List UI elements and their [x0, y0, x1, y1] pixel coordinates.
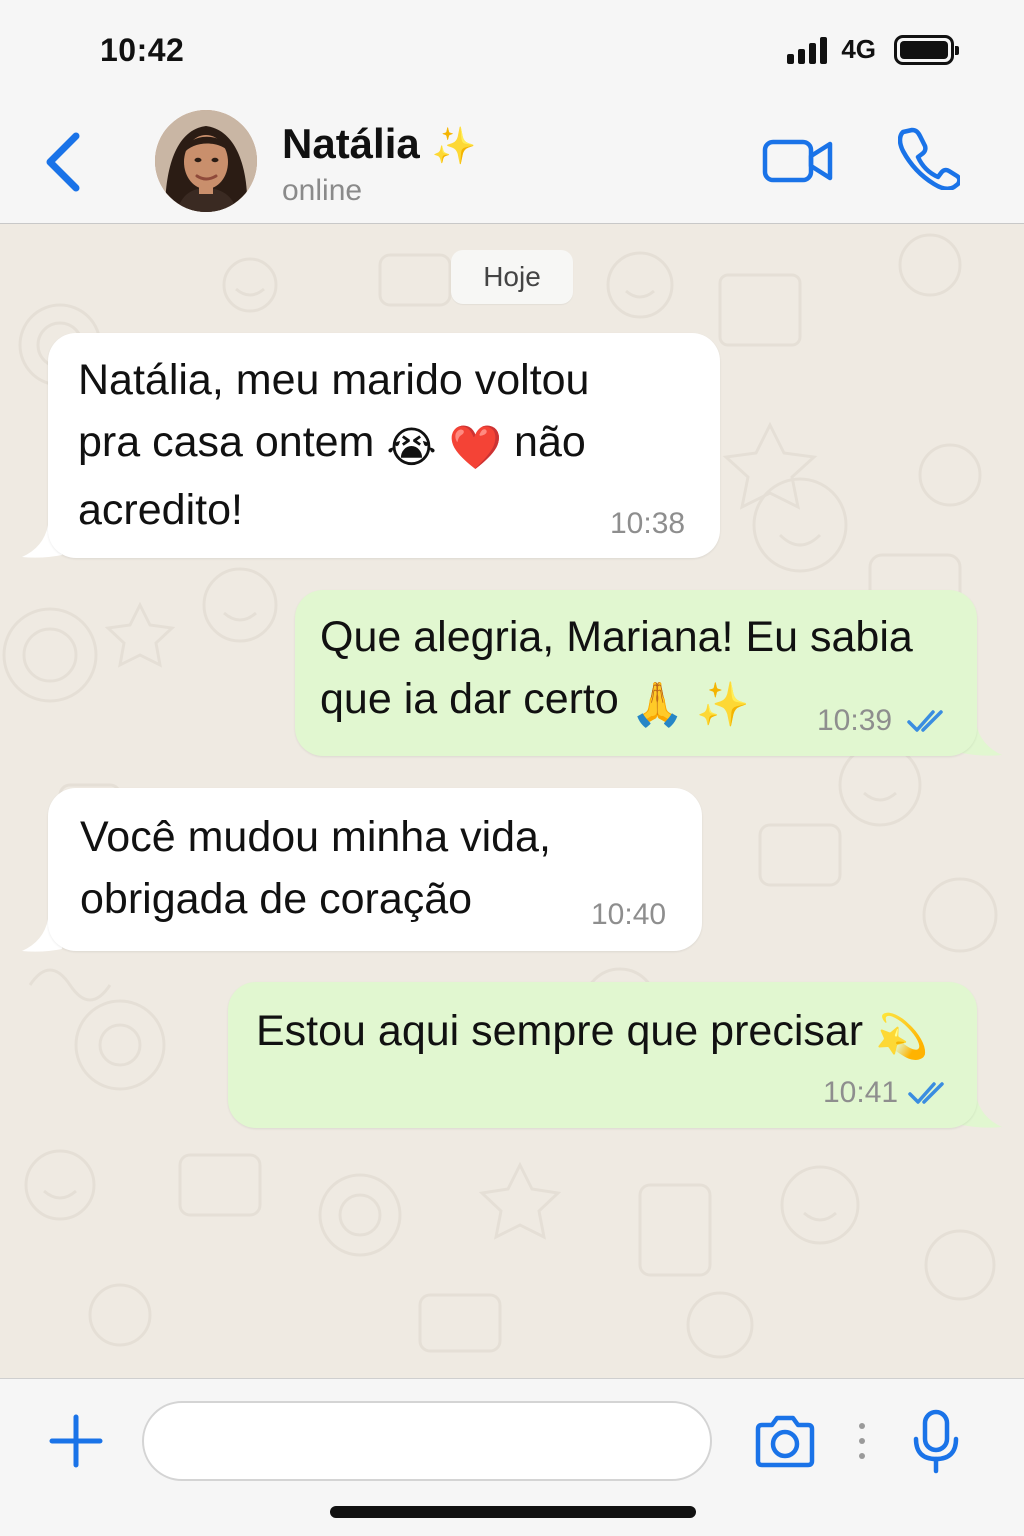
- message-bubble-outgoing[interactable]: Estou aqui sempre que precisar 💫 10:41: [228, 982, 977, 1128]
- video-camera-icon[interactable]: [762, 136, 834, 186]
- phone-icon[interactable]: [898, 126, 960, 190]
- contact-name-text: Natália: [282, 120, 420, 167]
- message-line: obrigada de coração: [80, 875, 473, 923]
- message-line: Estou aqui sempre que precisar 💫: [256, 1000, 956, 1068]
- message-text: Você mudou minha vida, obrigada de coraç…: [80, 806, 680, 930]
- message-bubble-outgoing[interactable]: Que alegria, Mariana! Eu sabia que ia da…: [295, 590, 977, 756]
- red-heart-icon: ❤️: [448, 424, 503, 472]
- message-text: Estou aqui sempre que precisar 💫: [256, 1000, 956, 1068]
- status-indicators: 4G: [787, 34, 959, 65]
- message-time: 10:38: [610, 507, 686, 540]
- read-receipt-icon: [907, 710, 943, 732]
- loudly-crying-face-icon: 😭: [386, 424, 437, 472]
- sparkles-icon: ✨: [431, 125, 477, 166]
- message-line: Natália, meu marido voltou: [78, 356, 590, 404]
- dizzy-star-icon: 💫: [875, 1013, 929, 1061]
- microphone-icon[interactable]: [912, 1409, 960, 1475]
- plus-icon[interactable]: [48, 1413, 104, 1469]
- message-time: 10:39: [817, 704, 893, 737]
- signal-strength-icon: [787, 36, 828, 64]
- date-separator: Hoje: [451, 250, 573, 304]
- battery-icon: [894, 34, 959, 65]
- message-input[interactable]: [142, 1401, 712, 1481]
- folded-hands-icon: 🙏: [630, 681, 685, 729]
- status-time: 10:42: [100, 32, 185, 68]
- avatar-photo: [155, 110, 257, 212]
- message-text: Natália, meu marido voltou pra casa onte…: [78, 349, 698, 541]
- sparkles-icon: ✨: [696, 681, 750, 729]
- contact-status: online: [282, 174, 363, 207]
- home-indicator[interactable]: [330, 1506, 696, 1518]
- message-time: 10:40: [591, 898, 667, 931]
- chat-header: Natália ✨ online: [0, 100, 1024, 224]
- message-line: Que alegria, Mariana! Eu sabia: [320, 613, 913, 661]
- read-receipt-icon: [908, 1082, 944, 1104]
- message-bubble-incoming[interactable]: Natália, meu marido voltou pra casa onte…: [48, 333, 720, 558]
- chevron-left-icon[interactable]: [40, 130, 90, 194]
- chat-area[interactable]: Hoje Natália, meu marido voltou pra casa…: [0, 225, 1024, 1378]
- message-bubble-incoming[interactable]: Você mudou minha vida, obrigada de coraç…: [48, 788, 702, 951]
- status-bar: 10:42 4G: [0, 0, 1024, 100]
- message-line: Você mudou minha vida,: [80, 813, 551, 861]
- contact-name[interactable]: Natália ✨: [282, 120, 477, 168]
- message-line: pra casa ontem 😭 ❤️ não: [78, 411, 698, 479]
- avatar[interactable]: [155, 110, 257, 212]
- network-type: 4G: [841, 34, 876, 64]
- message-line: acredito!: [78, 486, 243, 534]
- camera-icon[interactable]: [752, 1413, 818, 1469]
- vertical-dots-icon[interactable]: [857, 1421, 867, 1461]
- message-time: 10:41: [823, 1076, 899, 1109]
